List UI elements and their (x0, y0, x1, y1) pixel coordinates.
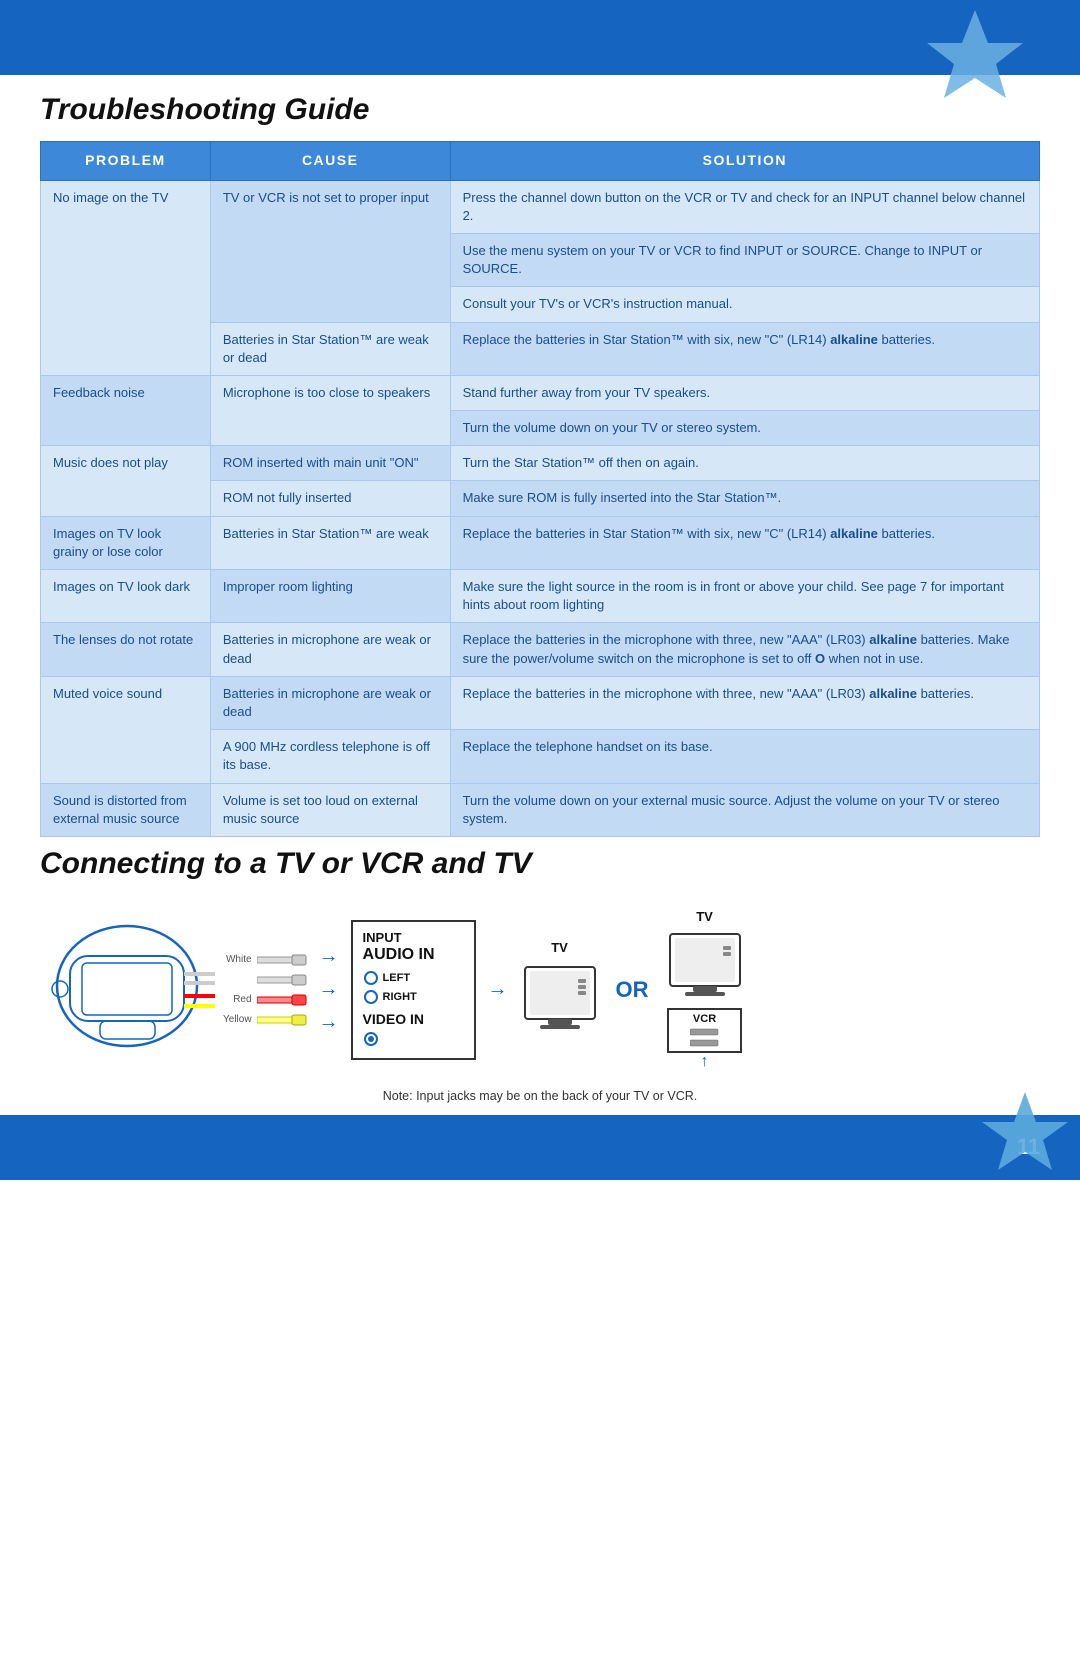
white-wire-2 (257, 973, 307, 987)
tv1-icon (520, 959, 600, 1039)
table-row: Sound is distorted from external music s… (41, 783, 1040, 836)
white-wire: White (226, 953, 307, 967)
connecting-title: Connecting to a TV or VCR and TV (40, 847, 1040, 881)
solution-cell: Consult your TV's or VCR's instruction m… (450, 287, 1039, 322)
connecting-section: Connecting to a TV or VCR and TV (40, 847, 1040, 1115)
cause-cell: Batteries in microphone are weak or dead (210, 623, 450, 676)
solution-cell: Replace the telephone handset on its bas… (450, 730, 1039, 783)
vcr-label: VCR (677, 1013, 732, 1025)
tv2-label: TV (696, 909, 713, 924)
solution-cell: Make sure the light source in the room i… (450, 570, 1039, 623)
table-row: The lenses do not rotate Batteries in mi… (41, 623, 1040, 676)
problem-cell: Muted voice sound (41, 676, 211, 783)
tv2-icon (665, 926, 745, 1006)
yellow-wire: Yellow (223, 1013, 307, 1027)
cause-cell: Batteries in Star Station™ are weak (210, 516, 450, 569)
col-solution: SOLUTION (450, 142, 1039, 181)
table-row: No image on the TV TV or VCR is not set … (41, 180, 1040, 233)
left-row: LEFT (363, 970, 464, 986)
solution-cell: Replace the batteries in Star Station™ w… (450, 516, 1039, 569)
solution-cell: Replace the batteries in Star Station™ w… (450, 322, 1039, 375)
arrow-1: → (319, 945, 339, 968)
table-row: Music does not play ROM inserted with ma… (41, 446, 1040, 481)
vcr-ports (677, 1027, 732, 1037)
red-wire: Red (233, 993, 306, 1007)
yellow-label: Yellow (223, 1014, 252, 1025)
solution-cell: Press the channel down button on the VCR… (450, 180, 1039, 233)
star-station-device (40, 911, 215, 1069)
tv1-group: TV (520, 940, 600, 1039)
input-title: INPUT (363, 930, 464, 945)
connection-diagram: White Red (40, 895, 1040, 1081)
arrow-3: → (319, 1011, 339, 1034)
table-row: Images on TV look dark Improper room lig… (41, 570, 1040, 623)
cause-cell: TV or VCR is not set to proper input (210, 180, 450, 322)
troubleshooting-title: Troubleshooting Guide (40, 93, 1040, 127)
solution-cell: Replace the batteries in the microphone … (450, 676, 1039, 729)
problem-cell: No image on the TV (41, 180, 211, 375)
cable-group: White Red (223, 953, 307, 1027)
solution-cell: Turn the Star Station™ off then on again… (450, 446, 1039, 481)
star-decoration-bottom (980, 1090, 1070, 1185)
video-title: VIDEO IN (363, 1011, 464, 1027)
col-problem: PROBLEM (41, 142, 211, 181)
arrow-to-tv: → (488, 978, 508, 1001)
solution-cell: Turn the volume down on your external mu… (450, 783, 1039, 836)
white-label: White (226, 954, 252, 965)
vcr-ports-2 (677, 1038, 732, 1048)
or-label: OR (608, 977, 657, 1003)
tv1-label: TV (551, 940, 568, 955)
vcr-to-tv-arrow: ↑ (701, 1053, 709, 1071)
col-cause: CAUSE (210, 142, 450, 181)
header-bar (0, 0, 1080, 75)
problem-cell: The lenses do not rotate (41, 623, 211, 676)
solution-cell: Stand further away from your TV speakers… (450, 375, 1039, 410)
solution-cell: Use the menu system on your TV or VCR to… (450, 233, 1039, 286)
solution-cell: Replace the batteries in the microphone … (450, 623, 1039, 676)
cause-cell: Microphone is too close to speakers (210, 375, 450, 445)
solution-cell: Turn the volume down on your TV or stere… (450, 411, 1039, 446)
video-row (363, 1031, 464, 1047)
arrows-group: → → → (319, 945, 339, 1034)
problem-cell: Feedback noise (41, 375, 211, 445)
cause-cell: ROM not fully inserted (210, 481, 450, 516)
vcr-box: VCR (667, 1008, 742, 1053)
input-panel: INPUT AUDIO IN LEFT RIGHT VIDEO IN (351, 920, 476, 1060)
right-row: RIGHT (363, 989, 464, 1005)
table-row: Muted voice sound Batteries in microphon… (41, 676, 1040, 729)
main-content: Troubleshooting Guide PROBLEM CAUSE SOLU… (0, 75, 1080, 1115)
cause-cell: Batteries in microphone are weak or dead (210, 676, 450, 729)
footer-bar: 11 (0, 1115, 1080, 1180)
right-label: RIGHT (383, 991, 417, 1003)
cause-cell: Volume is set too loud on external music… (210, 783, 450, 836)
problem-cell: Images on TV look dark (41, 570, 211, 623)
arrow-2: → (319, 978, 339, 1001)
cause-cell: A 900 MHz cordless telephone is off its … (210, 730, 450, 783)
problem-cell: Music does not play (41, 446, 211, 516)
table-row: Images on TV look grainy or lose color B… (41, 516, 1040, 569)
cause-cell: ROM inserted with main unit "ON" (210, 446, 450, 481)
problem-cell: Sound is distorted from external music s… (41, 783, 211, 836)
problem-cell: Images on TV look grainy or lose color (41, 516, 211, 569)
red-label: Red (233, 994, 251, 1005)
note-text: Note: Input jacks may be on the back of … (40, 1089, 1040, 1115)
table-row: Feedback noise Microphone is too close t… (41, 375, 1040, 410)
left-label: LEFT (383, 972, 411, 984)
solution-cell: Make sure ROM is fully inserted into the… (450, 481, 1039, 516)
star-decoration-top (920, 5, 1030, 120)
tv2-group: TV VCR (665, 909, 745, 1071)
cause-cell: Batteries in Star Station™ are weak or d… (210, 322, 450, 375)
audio-title: AUDIO IN (363, 946, 464, 964)
cause-cell: Improper room lighting (210, 570, 450, 623)
troubleshooting-table: PROBLEM CAUSE SOLUTION No image on the T… (40, 141, 1040, 837)
